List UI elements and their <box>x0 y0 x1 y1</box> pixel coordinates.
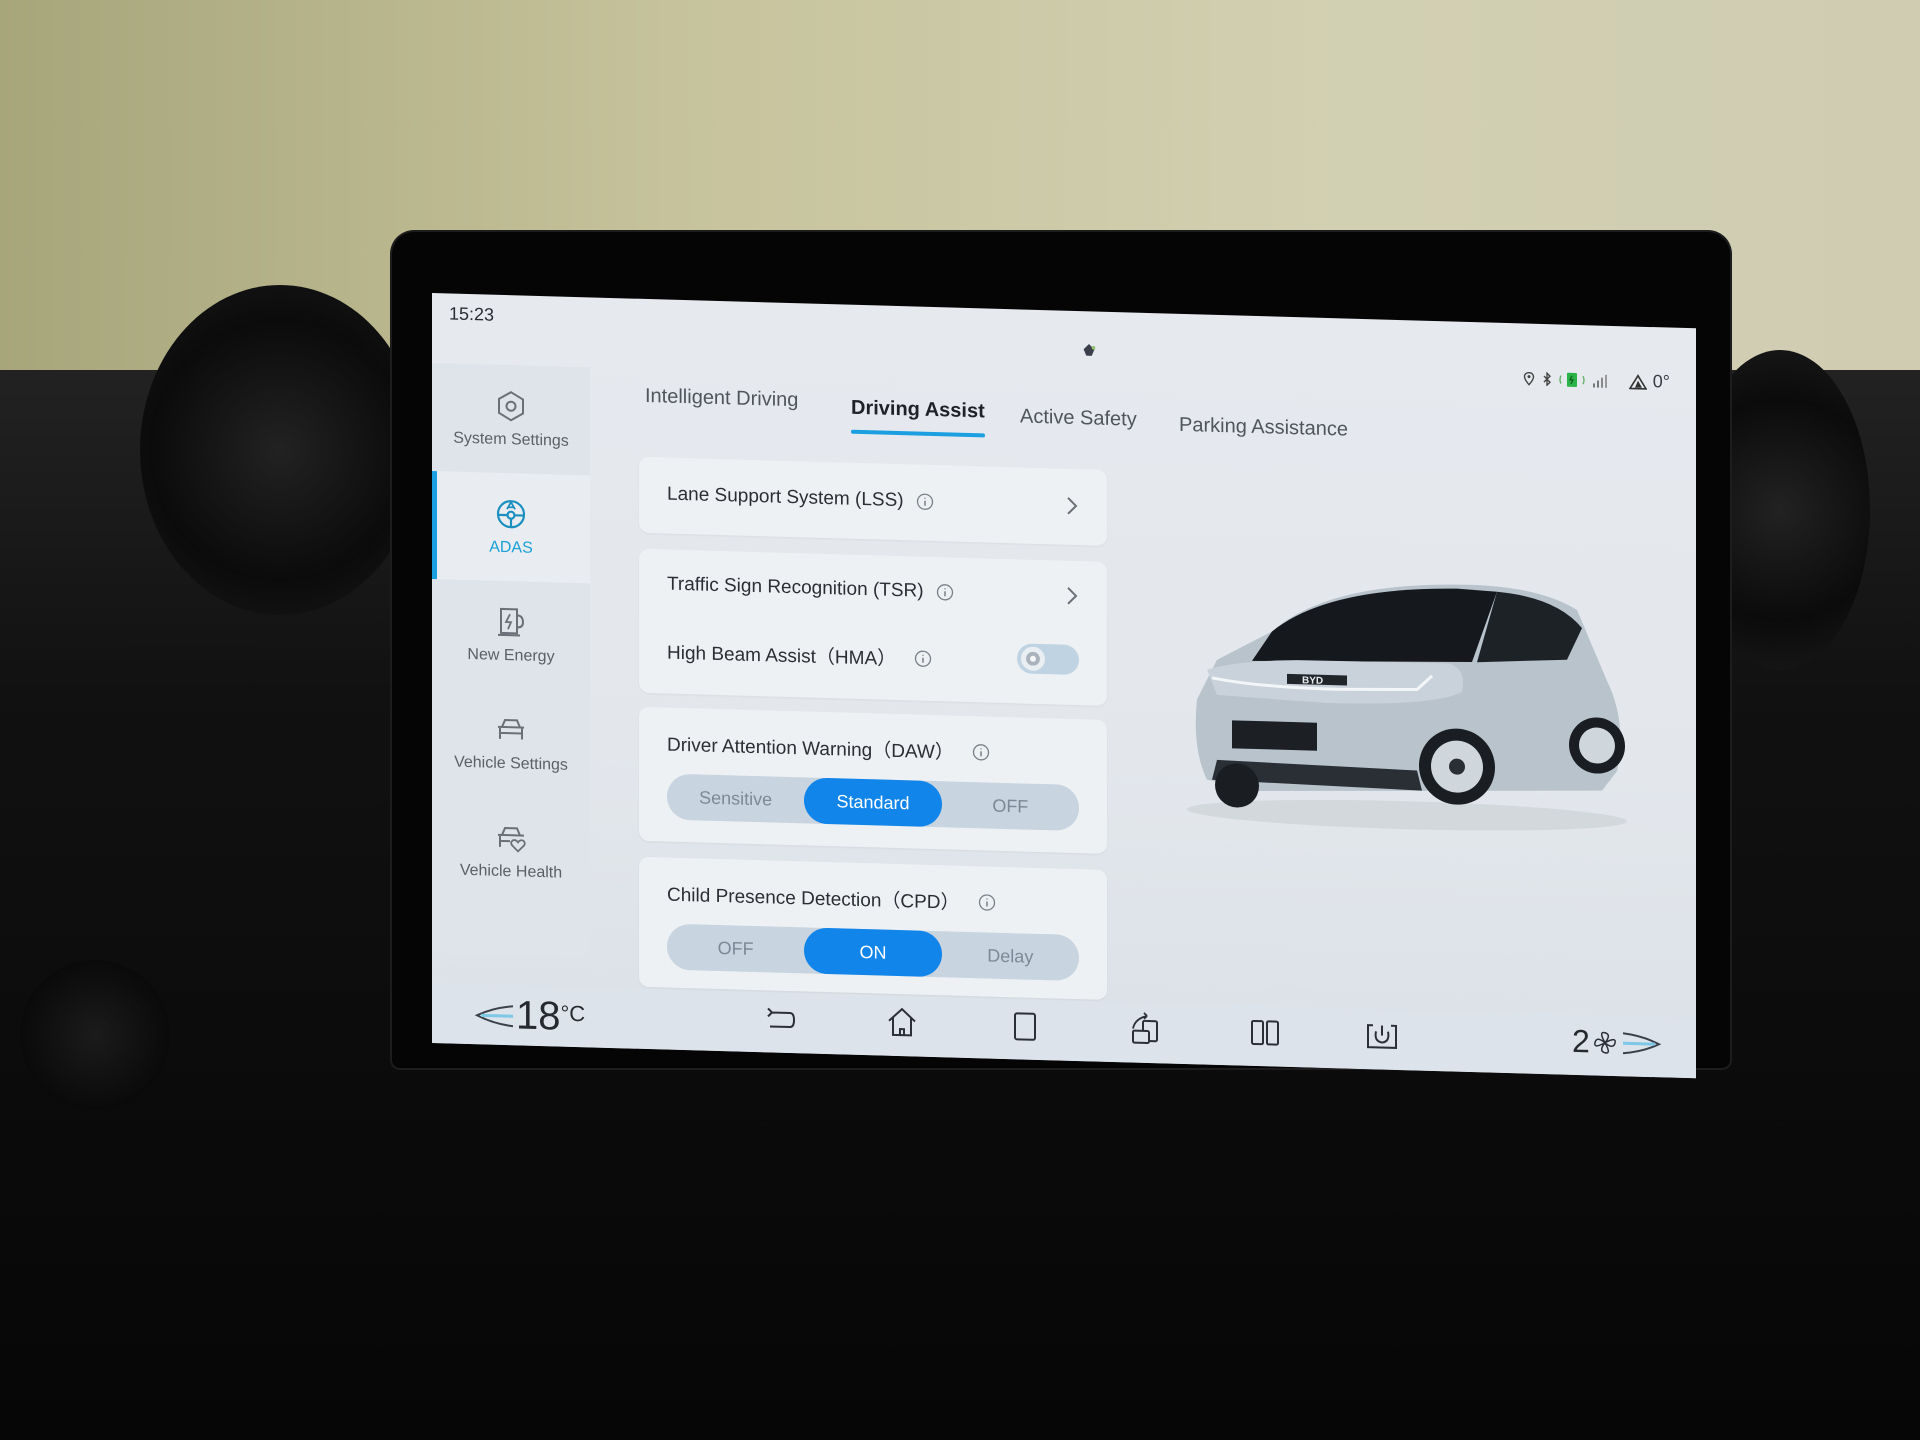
tab-intelligent-driving[interactable]: Intelligent Driving <box>645 385 798 412</box>
status-time: 15:23 <box>449 303 495 325</box>
sidebar-item-label: Vehicle Settings <box>454 753 568 774</box>
home-icon <box>888 1007 916 1037</box>
info-icon[interactable] <box>936 583 954 602</box>
driver-temperature-value: 18 <box>516 993 561 1039</box>
fan-speed-control[interactable]: 2 <box>1572 1023 1666 1063</box>
cpd-row: Child Presence Detection（CPD） <box>667 880 1079 919</box>
fan-speed-value: 2 <box>1572 1022 1590 1060</box>
lss-label: Lane Support System (LSS) <box>667 483 904 512</box>
daw-option-sensitive[interactable]: Sensitive <box>667 774 804 824</box>
outside-temperature: 0° <box>1652 371 1670 392</box>
daw-segmented-control: Sensitive Standard OFF <box>667 773 1079 832</box>
info-icon[interactable] <box>978 893 996 912</box>
hma-toggle[interactable] <box>1017 643 1079 676</box>
chevron-right-icon[interactable] <box>1065 495 1079 517</box>
lss-row[interactable]: Lane Support System (LSS) <box>667 484 1079 518</box>
sidebar-item-vehicle-settings[interactable]: Vehicle Settings <box>432 687 590 799</box>
sidebar-item-adas[interactable]: ADAS <box>432 471 590 584</box>
notification-icon[interactable] <box>1080 341 1098 360</box>
daw-option-off[interactable]: OFF <box>942 781 1079 831</box>
sidebar-item-system-settings[interactable]: System Settings <box>432 363 590 475</box>
sidebar-item-vehicle-health[interactable]: Vehicle Health <box>432 795 590 907</box>
lss-card[interactable]: Lane Support System (LSS) <box>639 456 1107 546</box>
screen-off-button[interactable] <box>1364 1017 1400 1054</box>
sidebar-item-new-energy[interactable]: New Energy <box>432 579 590 691</box>
hma-row: High Beam Assist（HMA） <box>667 638 1079 677</box>
hma-label: High Beam Assist（HMA） <box>667 642 897 670</box>
info-icon[interactable] <box>914 649 932 668</box>
cpd-segmented-control: OFF ON Delay <box>667 923 1079 982</box>
sidebar-item-label: System Settings <box>453 429 569 450</box>
cpd-option-on[interactable]: ON <box>804 927 942 978</box>
daw-card: Driver Attention Warning（DAW） Sensitive … <box>639 706 1107 854</box>
home-button[interactable] <box>884 1004 920 1041</box>
fan-icon <box>1593 1031 1616 1054</box>
status-icons: 0° <box>1523 367 1670 392</box>
sidebar-item-label: Vehicle Health <box>459 861 563 882</box>
back-icon <box>767 1007 796 1029</box>
split-screen-icon <box>1251 1019 1279 1046</box>
split-screen-button[interactable] <box>1247 1014 1283 1051</box>
air-flow-right-icon <box>1622 1031 1662 1054</box>
power-screen-icon <box>1367 1024 1397 1049</box>
sidebar-item-label: ADAS <box>489 538 533 557</box>
daw-label: Driver Attention Warning（DAW） <box>667 734 954 764</box>
daw-row: Driver Attention Warning（DAW） <box>667 730 1079 769</box>
signal-icon <box>1592 374 1607 388</box>
car-heart-icon <box>498 827 526 853</box>
phone-charging-icon <box>1559 372 1585 387</box>
car-icon <box>498 719 524 740</box>
tsr-hma-card: Traffic Sign Recognition (TSR) High Beam… <box>639 548 1107 706</box>
cpd-label: Child Presence Detection（CPD） <box>667 884 960 914</box>
steering-wheel-icon <box>496 500 526 529</box>
back-button[interactable] <box>762 1000 798 1037</box>
air-flow-left-icon <box>474 1004 514 1027</box>
cpd-option-off[interactable]: OFF <box>667 924 804 974</box>
hexagon-gear-icon <box>498 391 524 422</box>
tab-active-safety[interactable]: Active Safety <box>1020 405 1137 431</box>
infotainment-screen: 15:23 0° System Settings ADAS New Energy… <box>432 293 1696 1079</box>
cpd-option-delay[interactable]: Delay <box>942 931 1079 981</box>
rotate-screen-icon <box>1132 1012 1158 1044</box>
bluetooth-icon <box>1543 371 1551 386</box>
vehicle-brand-badge: BYD <box>1302 675 1323 687</box>
tsr-row[interactable]: Traffic Sign Recognition (TSR) <box>667 574 1079 608</box>
recent-apps-button[interactable] <box>1007 1007 1043 1044</box>
left-air-vent <box>140 285 420 615</box>
charging-station-icon <box>498 607 525 637</box>
toggle-knob <box>1021 646 1045 672</box>
chevron-right-icon[interactable] <box>1065 585 1079 607</box>
weather-warning-icon <box>1628 373 1647 390</box>
info-icon[interactable] <box>916 493 934 512</box>
tab-parking-assistance[interactable]: Parking Assistance <box>1179 414 1348 442</box>
rotate-screen-button[interactable] <box>1127 1010 1163 1047</box>
location-icon <box>1523 371 1534 386</box>
cpd-card: Child Presence Detection（CPD） OFF ON Del… <box>639 856 1107 1000</box>
vehicle-image: BYD <box>1187 584 1627 831</box>
dashboard-knob <box>20 960 170 1110</box>
temperature-unit: °C <box>560 1000 586 1026</box>
sidebar-item-label: New Energy <box>467 645 555 666</box>
info-icon[interactable] <box>972 743 990 762</box>
tsr-label: Traffic Sign Recognition (TSR) <box>667 573 924 602</box>
tab-driving-assist[interactable]: Driving Assist <box>851 397 985 424</box>
sidebar: System Settings ADAS New Energy Vehicle … <box>432 363 590 958</box>
daw-option-standard[interactable]: Standard <box>804 777 942 828</box>
driver-temperature-control[interactable]: 18 °C <box>470 992 585 1040</box>
recent-apps-icon <box>1014 1012 1036 1041</box>
